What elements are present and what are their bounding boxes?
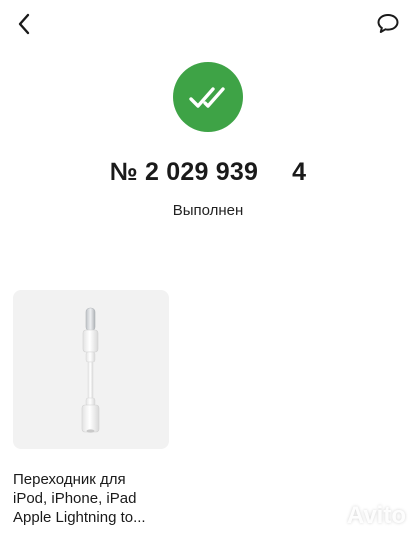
product-title-line: Переходник для [13, 471, 126, 488]
chat-button[interactable] [374, 10, 402, 38]
avito-logo-icon [314, 504, 339, 528]
avito-watermark-text: Avito [346, 502, 406, 529]
avito-watermark: Avito [311, 502, 406, 530]
product-title-line: Apple Lightning to... [13, 509, 146, 526]
double-check-icon [189, 87, 225, 108]
order-status-text: Выполнен [172, 202, 244, 219]
product-title[interactable]: Переходник для iPod, iPhone, iPad Apple … [13, 470, 213, 527]
chevron-left-icon [18, 13, 30, 35]
chat-bubble-icon [377, 14, 399, 33]
lightning-adapter-image [81, 307, 100, 433]
back-button[interactable] [10, 10, 38, 38]
order-number-suffix: 4 [292, 158, 307, 186]
order-number: № 2 029 939 [109, 158, 259, 186]
product-title-line: iPod, iPhone, iPad [13, 490, 137, 507]
order-number-row: № 2 029 939 4 [0, 158, 416, 187]
product-image-card[interactable] [13, 290, 169, 449]
order-status-badge [173, 62, 243, 132]
